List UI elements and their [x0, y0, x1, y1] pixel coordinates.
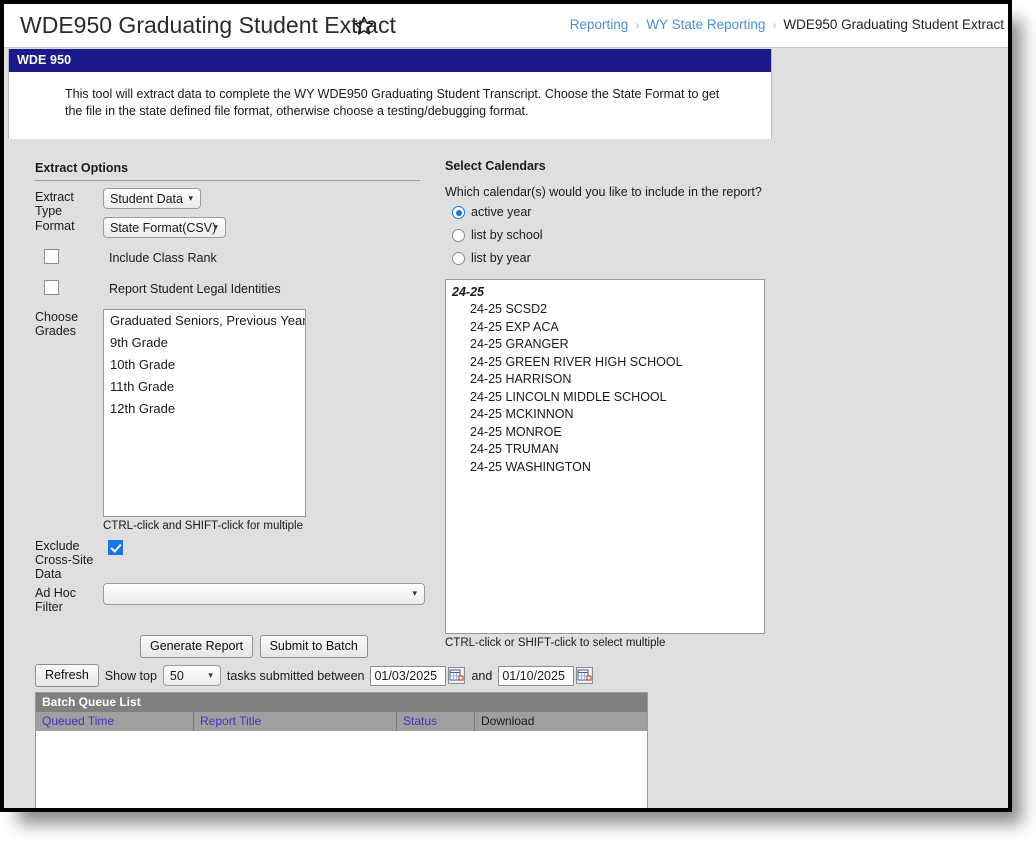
select-calendars-title: Select Calendars — [445, 159, 546, 173]
info-card-description: This tool will extract data to complete … — [65, 87, 720, 118]
breadcrumb: Reporting › WY State Reporting › WDE950 … — [570, 17, 1004, 32]
batch-queue-table-body — [36, 731, 647, 808]
radio-icon — [452, 229, 465, 242]
list-item[interactable]: 24-25 GRANGER — [446, 336, 764, 354]
calendar-listbox-hint: CTRL-click or SHIFT-click to select mult… — [445, 637, 666, 649]
select-calendars-panel: Select Calendars Which calendar(s) would… — [445, 159, 775, 649]
info-card-header: WDE 950 — [9, 49, 771, 72]
ad-hoc-filter-row: Ad Hoc Filter ▾ — [35, 583, 425, 614]
list-item[interactable]: 24-25 WASHINGTON — [446, 459, 764, 477]
exclude-cross-site-row: Exclude Cross-Site Data — [35, 539, 425, 581]
format-select[interactable]: State Format(CSV) — [103, 217, 226, 238]
radio-icon — [452, 252, 465, 265]
calendar-mode-active-year[interactable]: active year — [445, 205, 775, 222]
ad-hoc-filter-label: Ad Hoc Filter — [35, 586, 76, 614]
calendar-picker-icon[interactable] — [576, 667, 594, 684]
radio-icon — [452, 206, 465, 219]
calendar-mode-label: list by year — [471, 251, 531, 265]
calendar-mode-label: list by school — [471, 228, 543, 242]
date-to-input[interactable] — [498, 665, 575, 686]
list-item[interactable]: 24-25 TRUMAN — [446, 441, 764, 459]
report-legal-identities-row: Report Student Legal Identities — [35, 279, 425, 301]
calendar-listbox[interactable]: 24-25 24-25 SCSD2 24-25 EXP ACA 24-25 GR… — [445, 279, 765, 634]
calendar-picker-icon[interactable] — [448, 667, 466, 684]
calendar-mode-label: active year — [471, 205, 532, 219]
select-calendars-question: Which calendar(s) would you like to incl… — [445, 185, 762, 199]
extract-type-label: Extract Type — [35, 190, 74, 218]
body-area: Extract Options Extract Type Student Dat… — [4, 139, 1008, 808]
column-header-status[interactable]: Status — [397, 712, 475, 731]
breadcrumb-current: WDE950 Graduating Student Extract — [783, 17, 1004, 32]
list-item[interactable]: 24-25 EXP ACA — [446, 319, 764, 337]
list-item[interactable]: 24-25 MONROE — [446, 424, 764, 442]
choose-grades-label: Choose Grades — [35, 310, 79, 338]
extract-type-select[interactable]: Student Data — [103, 188, 201, 209]
extract-options-title: Extract Options — [35, 161, 129, 175]
show-top-select[interactable]: 50 — [162, 665, 221, 686]
date-to-field — [498, 665, 594, 686]
breadcrumb-item-wy-state-reporting[interactable]: WY State Reporting — [646, 17, 765, 32]
column-header-queued-time[interactable]: Queued Time — [36, 712, 194, 731]
date-from-input[interactable] — [370, 665, 447, 686]
choose-grades-listbox[interactable]: Graduated Seniors, Previous Year 9th Gra… — [103, 309, 306, 517]
choose-grades-hint: CTRL-click and SHIFT-click for multiple — [103, 520, 304, 532]
breadcrumb-separator-icon: › — [635, 17, 640, 32]
and-label: and — [471, 668, 493, 683]
list-item[interactable]: 11th Grade — [104, 376, 305, 398]
title-bar: WDE950 Graduating Student Extract Report… — [4, 4, 1008, 48]
list-item[interactable]: Graduated Seniors, Previous Year — [104, 310, 305, 332]
application-window: WDE950 Graduating Student Extract Report… — [0, 0, 1012, 812]
submit-to-batch-button[interactable]: Submit to Batch — [259, 635, 368, 658]
star-outline-icon[interactable] — [353, 15, 375, 37]
column-header-download: Download — [481, 714, 535, 728]
exclude-cross-site-checkbox[interactable] — [108, 540, 123, 555]
info-card: WDE 950 This tool will extract data to c… — [8, 49, 772, 143]
list-item[interactable]: 24-25 LINCOLN MIDDLE SCHOOL — [446, 389, 764, 407]
show-top-label: Show top — [104, 668, 157, 683]
refresh-button[interactable]: Refresh — [35, 664, 99, 687]
exclude-cross-site-label: Exclude Cross-Site Data — [35, 539, 94, 581]
screenshot-root: WDE950 Graduating Student Extract Report… — [0, 0, 1036, 849]
include-class-rank-row: Include Class Rank — [35, 248, 425, 270]
extract-options-panel: Extract Options Extract Type Student Dat… — [35, 161, 425, 658]
list-item[interactable]: 9th Grade — [104, 332, 305, 354]
format-label: Format — [35, 219, 75, 233]
ad-hoc-filter-select[interactable] — [103, 583, 425, 605]
action-buttons: Generate Report Submit to Batch — [35, 635, 425, 658]
format-row: Format State Format(CSV) ▾ — [35, 217, 425, 239]
batch-queue-table-title: Batch Queue List — [36, 693, 647, 712]
choose-grades-row: Choose Grades Graduated Seniors, Previou… — [35, 309, 425, 539]
batch-queue-table: Batch Queue List Queued Time Report Titl… — [35, 692, 648, 808]
column-header-report-title[interactable]: Report Title — [194, 712, 397, 731]
tasks-submitted-between-label: tasks submitted between — [226, 668, 365, 683]
report-legal-identities-checkbox[interactable] — [44, 280, 59, 295]
report-legal-identities-label: Report Student Legal Identities — [109, 282, 281, 296]
date-from-field — [370, 665, 466, 686]
batch-queue-table-header: Queued Time Report Title Status Download — [36, 712, 647, 731]
list-item[interactable]: 24-25 HARRISON — [446, 371, 764, 389]
list-item[interactable]: 12th Grade — [104, 398, 305, 420]
breadcrumb-item-reporting[interactable]: Reporting — [570, 17, 629, 32]
batch-queue-controls: Refresh Show top 50 ▾ tasks submitted be… — [35, 664, 655, 687]
breadcrumb-separator-icon: › — [772, 17, 777, 32]
list-item[interactable]: 10th Grade — [104, 354, 305, 376]
calendar-mode-list-by-school[interactable]: list by school — [445, 228, 775, 245]
include-class-rank-label: Include Class Rank — [109, 251, 217, 265]
list-item[interactable]: 24-25 MCKINNON — [446, 406, 764, 424]
list-item[interactable]: 24-25 GREEN RIVER HIGH SCHOOL — [446, 354, 764, 372]
calendar-mode-list-by-year[interactable]: list by year — [445, 251, 775, 268]
list-item[interactable]: 24-25 SCSD2 — [446, 301, 764, 319]
generate-report-button[interactable]: Generate Report — [140, 635, 254, 658]
batch-queue-panel: Refresh Show top 50 ▾ tasks submitted be… — [35, 664, 655, 808]
extract-type-row: Extract Type Student Data ▾ — [35, 188, 425, 218]
include-class-rank-checkbox[interactable] — [44, 249, 59, 264]
page-title: WDE950 Graduating Student Extract — [20, 12, 396, 38]
calendar-group-label: 24-25 — [452, 285, 484, 299]
section-divider — [35, 180, 420, 181]
